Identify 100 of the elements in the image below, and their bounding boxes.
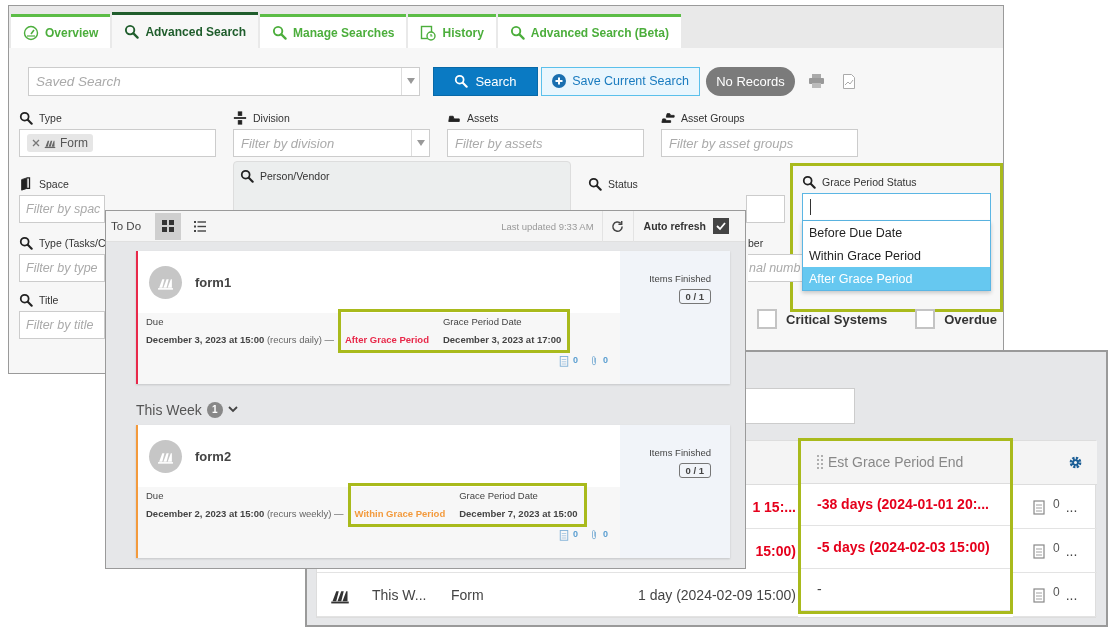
search-icon bbox=[588, 176, 602, 191]
notepad-icon bbox=[1031, 542, 1047, 559]
view-toggle[interactable] bbox=[155, 212, 182, 240]
drag-handle-icon bbox=[817, 454, 823, 469]
checkmark-icon bbox=[715, 220, 727, 232]
search-field[interactable] bbox=[746, 388, 855, 424]
filter-label: Assets bbox=[447, 111, 644, 124]
notepad-icon bbox=[1031, 586, 1047, 603]
filter-field[interactable] bbox=[802, 193, 991, 221]
saved-search-field[interactable]: Saved Search bbox=[28, 66, 420, 96]
text-cursor bbox=[810, 199, 811, 215]
task-card[interactable]: form2 Due December 2, 2023 at 15:00 (recurs weekly) — Within Grace Period Grace Period Date December 7, 2023 at 15:00 0 0 Items Finished 0 / 1 bbox=[136, 425, 730, 558]
grace-label: Grace Period Date bbox=[459, 490, 539, 501]
checkbox[interactable]: Critical Systems bbox=[757, 309, 888, 329]
items-label: Items Finished bbox=[649, 447, 711, 458]
filter-label: Type bbox=[19, 111, 216, 124]
chevron-down-icon[interactable] bbox=[227, 406, 238, 413]
grace-status: Within Grace Period bbox=[354, 508, 446, 519]
filter-field[interactable]: Form bbox=[19, 129, 216, 157]
task-card[interactable]: form1 Due December 3, 2023 at 15:00 (recurs daily) — After Grace Period Grace Period Date December 3, 2023 at 17:00 0 0 Items Finished 0 / 1 bbox=[136, 251, 730, 384]
more-menu[interactable]: ... bbox=[1065, 498, 1078, 515]
book-icon bbox=[19, 176, 33, 191]
note-count: 0 bbox=[572, 529, 578, 539]
list-view-icon bbox=[194, 220, 207, 232]
save-search-button[interactable]: Save Current Search bbox=[541, 66, 700, 96]
filter-field[interactable]: Filter by division bbox=[233, 129, 430, 157]
checkbox[interactable]: Overdue bbox=[915, 309, 997, 329]
filter-label: Space bbox=[19, 177, 216, 190]
filter-label: Asset Groups bbox=[661, 111, 858, 124]
more-menu[interactable]: ... bbox=[1065, 542, 1078, 559]
table-cell: - bbox=[801, 568, 1010, 611]
count-badge: 1 bbox=[206, 401, 223, 418]
print-icon[interactable] bbox=[809, 74, 824, 88]
filter-field[interactable]: Filter by spac bbox=[19, 195, 105, 223]
dropdown-caret-icon bbox=[416, 140, 425, 146]
tab[interactable]: History bbox=[408, 14, 496, 48]
calendar-clock-icon bbox=[420, 24, 437, 41]
refresh-icon[interactable] bbox=[611, 219, 625, 233]
items-count: 0 / 1 bbox=[678, 463, 711, 478]
search-icon bbox=[19, 110, 33, 125]
filter-tag[interactable]: Form bbox=[27, 134, 93, 152]
filter-field[interactable]: nal numb bbox=[748, 254, 802, 282]
table-cell: 1 day (2024-02-09 15:00) bbox=[584, 573, 798, 617]
tab[interactable]: Advanced Search (Beta) bbox=[497, 14, 681, 48]
dropdown-option[interactable]: Within Grace Period bbox=[803, 244, 990, 267]
filter-label: Grace Period Status bbox=[802, 175, 991, 188]
search-icon bbox=[272, 25, 288, 40]
plus-circle-icon bbox=[552, 74, 567, 88]
boots-icon bbox=[661, 110, 675, 125]
search-button[interactable]: Search bbox=[433, 66, 538, 96]
note-count: 0 bbox=[1053, 585, 1060, 599]
filter-label: Division bbox=[233, 111, 430, 124]
filter-field[interactable]: Filter by assets bbox=[447, 129, 644, 157]
division-icon bbox=[233, 110, 247, 125]
settings-icon[interactable] bbox=[1068, 455, 1083, 470]
filter-field[interactable]: Filter by asset groups bbox=[661, 129, 858, 157]
note-count: 0 bbox=[1053, 497, 1060, 511]
grace-status: After Grace Period bbox=[345, 334, 429, 345]
tab[interactable]: Advanced Search bbox=[112, 12, 259, 48]
due-label: Due bbox=[146, 316, 165, 327]
notepad-icon bbox=[557, 529, 570, 541]
table-cell: Form bbox=[451, 573, 584, 617]
attachment-count: 0 bbox=[603, 529, 608, 539]
tab[interactable]: Overview bbox=[11, 14, 111, 48]
search-icon bbox=[454, 74, 469, 88]
filter-field[interactable]: Filter by title bbox=[19, 311, 105, 339]
grace-date: December 3, 2023 at 17:00 bbox=[442, 334, 562, 345]
gauge-icon bbox=[23, 24, 39, 41]
attachment-count: 0 bbox=[603, 355, 608, 365]
filter-label: Status bbox=[588, 177, 785, 190]
task-name: form1 bbox=[195, 274, 232, 290]
search-icon bbox=[124, 24, 140, 39]
due-date: December 3, 2023 at 15:00 (recurs daily) — bbox=[146, 334, 334, 345]
last-updated: Last updated 9:33 AM bbox=[501, 220, 595, 232]
task-name: form2 bbox=[195, 448, 232, 464]
filter-field[interactable]: Filter by type bbox=[19, 254, 105, 282]
grid-view-icon bbox=[162, 220, 175, 232]
search-icon bbox=[802, 174, 816, 189]
search-icon bbox=[240, 168, 254, 183]
grace-label: Grace Period Date bbox=[442, 316, 523, 327]
search-icon bbox=[509, 25, 525, 40]
table-cell: This W... bbox=[361, 573, 451, 617]
more-menu[interactable]: ... bbox=[1065, 586, 1078, 603]
search-icon bbox=[19, 292, 33, 307]
notepad-icon bbox=[1031, 498, 1047, 515]
tab[interactable]: Manage Searches bbox=[260, 14, 407, 48]
items-count: 0 / 1 bbox=[678, 289, 711, 304]
due-date: December 2, 2023 at 15:00 (recurs weekly) — bbox=[146, 508, 344, 519]
due-label: Due bbox=[146, 490, 165, 501]
table-cell: -38 days (2024-01-01 20:... bbox=[801, 483, 1010, 526]
dropdown-option[interactable]: Before Due Date bbox=[803, 221, 990, 244]
auto-refresh-checkbox[interactable]: Auto refresh bbox=[633, 218, 745, 234]
grace-date: December 7, 2023 at 15:00 bbox=[459, 508, 578, 519]
filter-label: Person/Vendor bbox=[240, 169, 570, 182]
remove-icon bbox=[32, 139, 40, 147]
table-cell: -5 days (2024-02-03 15:00) bbox=[801, 526, 1010, 569]
records-badge: No Records bbox=[706, 66, 795, 96]
filter-label: ber bbox=[748, 236, 765, 249]
items-label: Items Finished bbox=[649, 273, 711, 284]
filter-field[interactable] bbox=[746, 195, 785, 223]
